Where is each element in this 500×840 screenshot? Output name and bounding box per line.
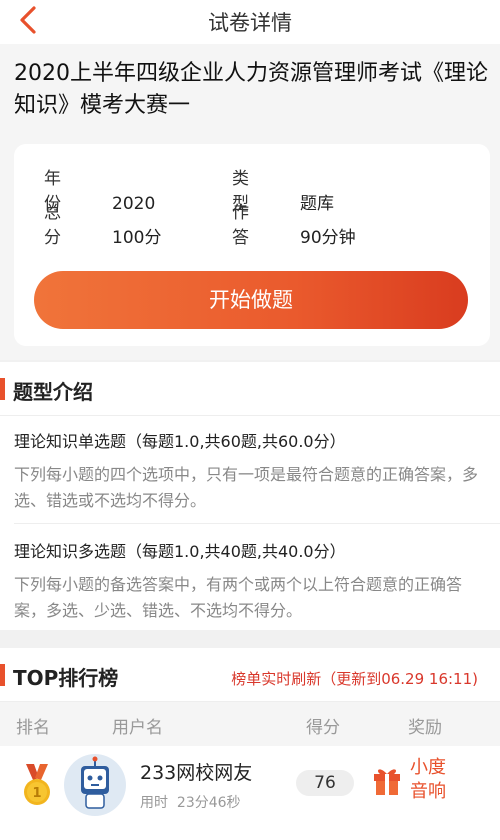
- ranking-header: TOP排行榜 榜单实时刷新（更新到06.29 16:11): [0, 648, 500, 702]
- info-time: 作答 90分钟: [232, 198, 356, 248]
- question-types-heading: 题型介绍: [13, 380, 93, 404]
- question-type-item: 理论知识单选题（每题1.0,共60题,共60.0分） 下列每小题的四个选项中，只…: [14, 430, 484, 514]
- top-navbar: 试卷详情: [0, 0, 500, 44]
- info-time-value: 90分钟: [300, 228, 356, 248]
- exam-title: 2020上半年四级企业人力资源管理师考试《理论知识》模考大赛一: [14, 61, 488, 118]
- info-time-label: 作答: [232, 203, 271, 248]
- table-row[interactable]: 1 233网校网友 用时 23分46秒 76 小度 音响: [0, 746, 500, 834]
- gold-medal-icon: 1: [24, 764, 50, 805]
- section-accent-bar: [0, 664, 5, 686]
- info-score: 总分 100分: [44, 198, 161, 248]
- refresh-note: 榜单实时刷新（更新到06.29 16:11): [231, 670, 478, 688]
- section-accent-bar: [0, 378, 5, 400]
- info-score-value: 100分: [112, 228, 162, 248]
- col-score: 得分: [306, 718, 340, 738]
- question-types-section: 题型介绍 理论知识单选题（每题1.0,共60题,共60.0分） 下列每小题的四个…: [0, 362, 500, 630]
- reward-line-2: 音响: [410, 781, 446, 802]
- exam-info-card: 年份 2020 类型 题库 总分 100分 作答 90分钟 开始做题: [14, 144, 490, 346]
- info-score-label: 总分: [44, 203, 83, 248]
- question-type-desc: 下列每小题的备选答案中，有两个或两个以上符合题意的正确答案，多选、少选、错选、不…: [14, 575, 463, 620]
- gift-icon: [374, 769, 400, 795]
- question-types-header: 题型介绍: [0, 362, 500, 416]
- user-time: 用时 23分46秒: [140, 792, 241, 812]
- question-type-name: 理论知识单选题（每题1.0,共60题,共60.0分）: [14, 432, 346, 451]
- reward-text: 小度 音响: [410, 756, 446, 804]
- divider: [14, 523, 500, 524]
- user-name: 233网校网友: [140, 762, 253, 784]
- rank-number: 1: [32, 786, 41, 801]
- col-user: 用户名: [112, 718, 163, 738]
- ranking-table-header: 排名 用户名 得分 奖励: [0, 702, 500, 746]
- ranking-heading: TOP排行榜: [13, 666, 119, 690]
- col-reward: 奖励: [408, 718, 442, 738]
- time-value: 23分46秒: [176, 795, 241, 811]
- score-badge: 76: [296, 770, 354, 796]
- page-title: 试卷详情: [208, 11, 292, 35]
- question-type-name: 理论知识多选题（每题1.0,共40题,共40.0分）: [14, 542, 346, 561]
- avatar[interactable]: [64, 754, 126, 816]
- question-type-desc: 下列每小题的四个选项中，只有一项是最符合题意的正确答案，多选、错选或不选均不得分…: [14, 465, 479, 510]
- col-rank: 排名: [16, 718, 50, 738]
- robot-avatar-icon: [81, 756, 109, 809]
- reward-line-1: 小度: [410, 757, 446, 778]
- start-exam-button[interactable]: 开始做题: [34, 271, 468, 329]
- time-label: 用时: [140, 795, 168, 811]
- question-type-item: 理论知识多选题（每题1.0,共40题,共40.0分） 下列每小题的备选答案中，有…: [14, 540, 484, 624]
- ranking-section: TOP排行榜 榜单实时刷新（更新到06.29 16:11) 排名 用户名 得分 …: [0, 648, 500, 840]
